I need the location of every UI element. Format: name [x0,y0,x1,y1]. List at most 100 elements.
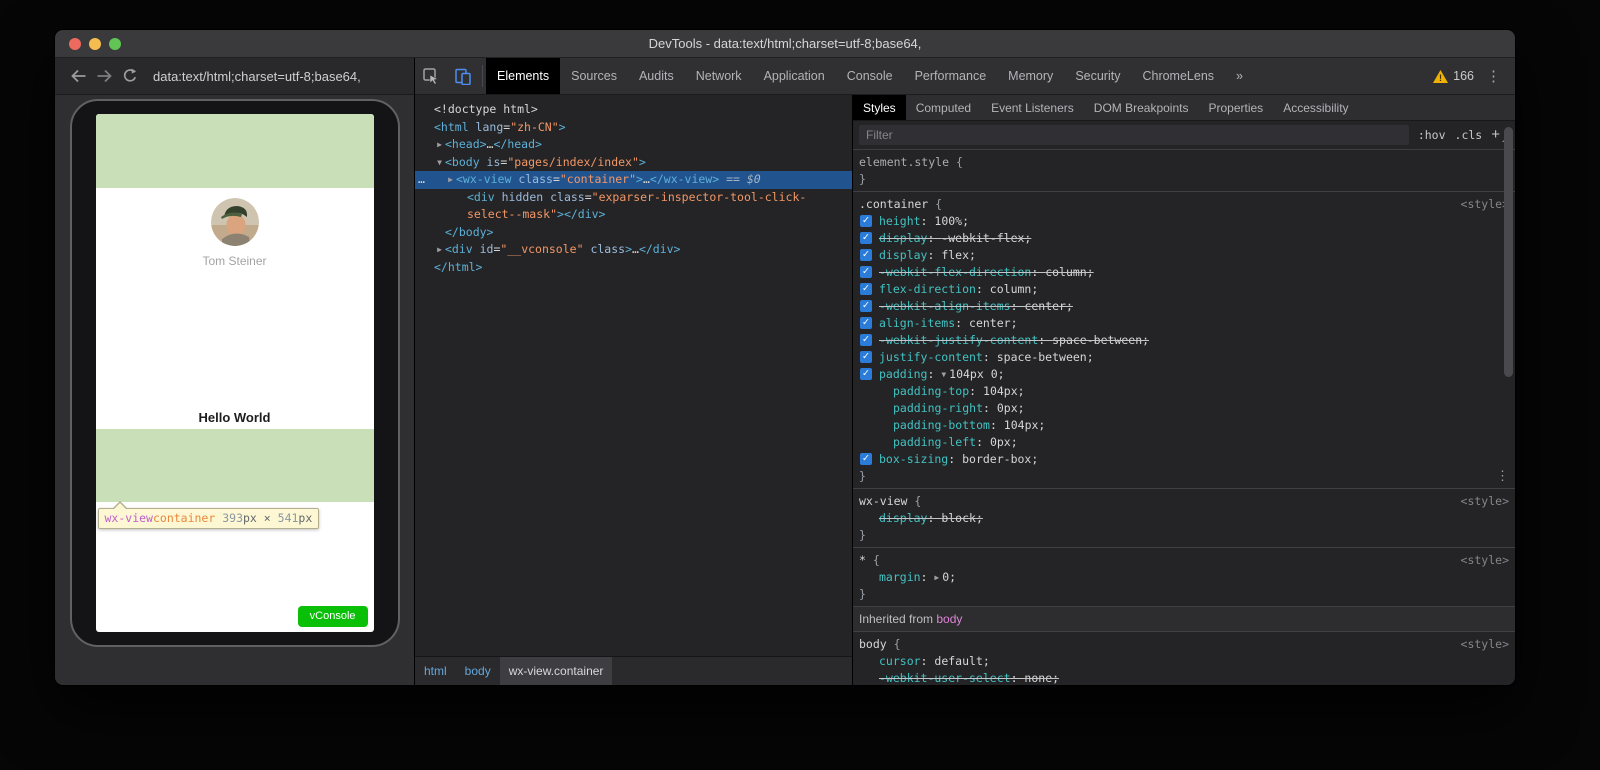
tab-network[interactable]: Network [685,58,753,94]
rule-selector[interactable]: element.style [859,155,949,169]
css-property[interactable]: ✓height: 100%; [859,213,1499,230]
property-value[interactable]: 0px; [990,435,1018,449]
vconsole-button[interactable]: vConsole [298,606,368,627]
property-name[interactable]: padding-left [893,435,976,449]
property-value[interactable]: flex; [941,248,976,262]
css-property[interactable]: ✓box-sizing: border-box; [859,451,1499,468]
property-name[interactable]: justify-content [879,350,983,364]
breadcrumb-body[interactable]: body [456,657,500,686]
inspect-element-button[interactable] [415,58,447,94]
dom-tree-line[interactable]: ▶<head>…</head> [415,136,852,154]
dom-tree-line[interactable]: <!doctype html> [415,101,852,119]
rule-overflow-menu-icon[interactable]: ⋮ [1496,469,1509,484]
dom-tree-line[interactable]: …▶<wx-view class="container">…</wx-view>… [415,171,852,189]
stylesheet-origin-link[interactable]: <style> [1461,196,1509,213]
property-name[interactable]: -webkit-user-select [879,671,1011,685]
property-checkbox[interactable]: ✓ [860,317,872,329]
expand-arrow-closed-icon[interactable]: ▶ [434,242,445,259]
styles-tab-dom-breakpoints[interactable]: DOM Breakpoints [1084,95,1199,120]
property-checkbox[interactable]: ✓ [860,232,872,244]
property-value[interactable]: border-box; [962,452,1038,466]
tab-more[interactable]: » [1225,58,1254,94]
console-warning-badge[interactable]: ! 166 [1433,58,1480,94]
dom-tree-line[interactable]: </body> [415,224,852,242]
property-name[interactable]: display [879,511,927,525]
css-property[interactable]: ✓justify-content: space-between; [859,349,1499,366]
device-screen[interactable]: Tom Steiner Hello World wx-viewcontainer… [96,114,374,632]
dom-tree-line[interactable]: </html> [415,259,852,277]
property-name[interactable]: box-sizing [879,452,948,466]
css-property[interactable]: ✓display: -webkit-flex; [859,230,1499,247]
rule-selector[interactable]: * [859,553,866,567]
rule-selector[interactable]: body [859,637,887,651]
property-name[interactable]: padding-right [893,401,983,415]
css-property[interactable]: padding-bottom: 104px; [859,417,1499,434]
property-value[interactable]: space-between; [1052,333,1149,347]
styles-tab-computed[interactable]: Computed [906,95,981,120]
tab-console[interactable]: Console [836,58,904,94]
property-value[interactable]: space-between; [997,350,1094,364]
css-property[interactable]: ✓-webkit-flex-direction: column; [859,264,1499,281]
property-checkbox[interactable]: ✓ [860,334,872,346]
toggle-device-toolbar-button[interactable] [447,58,479,94]
toggle-classes-button[interactable]: .cls [1455,128,1483,142]
property-checkbox[interactable]: ✓ [860,215,872,227]
property-name[interactable]: -webkit-align-items [879,299,1011,313]
property-checkbox[interactable]: ✓ [860,368,872,380]
property-value[interactable]: center; [969,316,1017,330]
tab-sources[interactable]: Sources [560,58,628,94]
property-name[interactable]: flex-direction [879,282,976,296]
property-name[interactable]: padding-top [893,384,969,398]
property-name[interactable]: padding-bottom [893,418,990,432]
property-name[interactable]: height [879,214,921,228]
property-checkbox[interactable]: ✓ [860,351,872,363]
property-name[interactable]: margin [879,570,921,584]
css-property[interactable]: ✓padding: ▼104px 0; [859,366,1499,383]
property-checkbox[interactable]: ✓ [860,283,872,295]
inherited-node-link[interactable]: body [936,612,962,626]
tab-performance[interactable]: Performance [904,58,998,94]
styles-tab-accessibility[interactable]: Accessibility [1273,95,1358,120]
rule-selector[interactable]: wx-view [859,494,907,508]
css-property[interactable]: ✓align-items: center; [859,315,1499,332]
toggle-hover-state-button[interactable]: :hov [1418,128,1446,142]
property-value[interactable]: block; [941,511,983,525]
styles-scrollbar-thumb[interactable] [1504,127,1513,377]
styles-tab-properties[interactable]: Properties [1198,95,1273,120]
expand-arrow-closed-icon[interactable]: ▶ [445,172,456,189]
property-name[interactable]: display [879,231,927,245]
property-name[interactable]: -webkit-flex-direction [879,265,1031,279]
minimize-window-button[interactable] [89,38,101,50]
property-name[interactable]: cursor [879,654,921,668]
property-value[interactable]: 104px 0; [949,367,1004,381]
css-property[interactable]: cursor: default; [859,653,1499,670]
css-property[interactable]: padding-left: 0px; [859,434,1499,451]
css-property[interactable]: ✓display: flex; [859,247,1499,264]
property-value[interactable]: column; [990,282,1038,296]
property-checkbox[interactable]: ✓ [860,300,872,312]
property-value[interactable]: 100%; [934,214,969,228]
styles-tab-event-listeners[interactable]: Event Listeners [981,95,1084,120]
expand-arrow-open-icon[interactable]: ▼ [434,155,445,172]
styles-filter-input[interactable] [859,125,1409,145]
property-checkbox[interactable]: ✓ [860,453,872,465]
dom-tree-line[interactable]: <div hidden class="exparser-inspector-to… [415,189,852,207]
property-value[interactable]: default; [934,654,989,668]
css-property[interactable]: ✓flex-direction: column; [859,281,1499,298]
dom-tree-line[interactable]: <html lang="zh-CN"> [415,119,852,137]
property-value[interactable]: column; [1045,265,1093,279]
property-name[interactable]: align-items [879,316,955,330]
dom-tree-line[interactable]: ▼<body is="pages/index/index"> [415,154,852,172]
property-value[interactable]: 104px; [983,384,1025,398]
css-property[interactable]: display: block; [859,510,1499,527]
property-name[interactable]: display [879,248,927,262]
row-overflow-dots[interactable]: … [418,171,426,188]
property-checkbox[interactable]: ✓ [860,266,872,278]
tab-security[interactable]: Security [1064,58,1131,94]
dom-tree-line[interactable]: ▶<div id="__vconsole" class>…</div> [415,241,852,259]
breadcrumb-html[interactable]: html [415,657,456,686]
property-value[interactable]: 0px; [997,401,1025,415]
property-name[interactable]: -webkit-justify-content [879,333,1038,347]
styles-tab-styles[interactable]: Styles [853,95,906,120]
tab-application[interactable]: Application [753,58,836,94]
